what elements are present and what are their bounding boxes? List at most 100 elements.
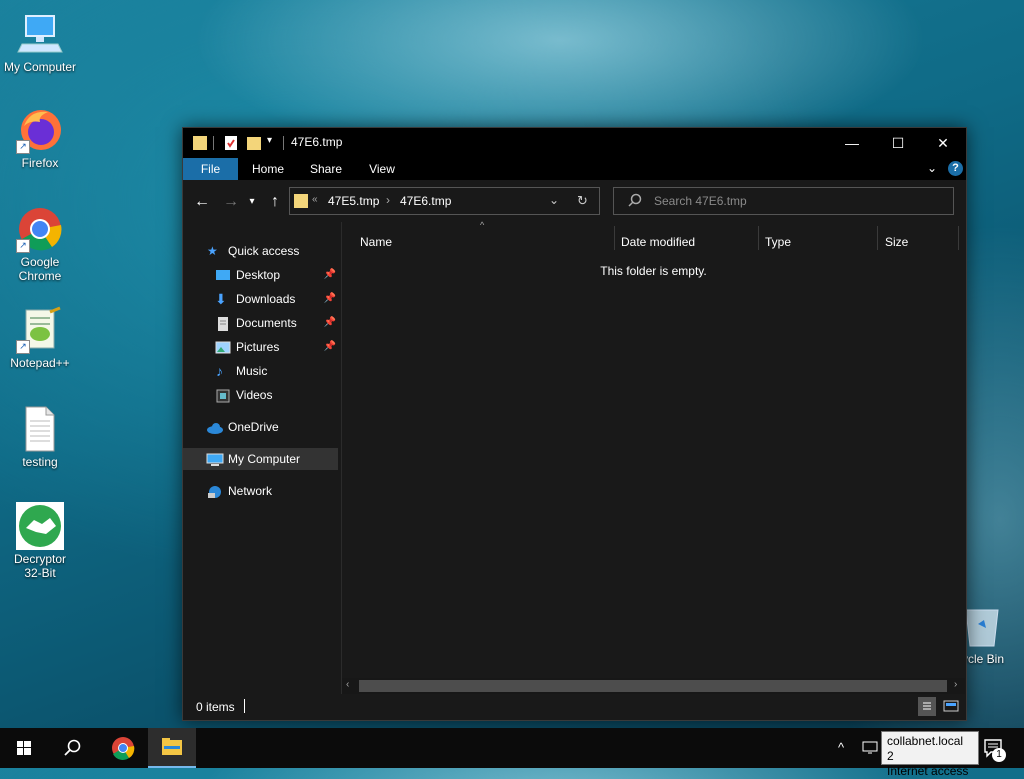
column-separator[interactable] [614,226,615,250]
sidebar-item-my-computer[interactable]: My Computer [183,448,338,470]
column-separator[interactable] [958,226,959,250]
desktop-icon-testing[interactable]: testing [0,405,80,469]
scrollbar-thumb[interactable] [359,680,947,692]
taskbar-file-explorer-button[interactable] [148,728,196,768]
new-folder-icon[interactable] [246,134,262,152]
start-button[interactable] [0,728,48,768]
help-icon[interactable]: ? [948,161,963,176]
tab-view[interactable]: View [359,158,405,180]
taskbar-chrome-button[interactable] [99,728,147,768]
windows-logo-icon [17,741,31,755]
column-separator[interactable] [877,226,878,250]
expand-ribbon-icon[interactable]: ⌄ [927,161,937,175]
column-header-size[interactable]: Size [885,232,908,252]
sidebar-item-music[interactable]: ♪ Music [183,360,338,382]
sidebar-item-label: Downloads [236,292,296,306]
empty-folder-message: This folder is empty. [600,264,707,278]
sidebar-item-label: Music [236,364,268,378]
properties-icon[interactable] [223,134,239,152]
desktop-icon-label: My Computer [3,60,77,74]
details-view-icon[interactable] [918,697,936,716]
show-hidden-icons-icon[interactable]: ^ [838,740,844,755]
tab-home[interactable]: Home [245,158,291,180]
firefox-icon: ↗ [16,106,64,154]
customize-dropdown-icon[interactable]: ▾ [267,135,272,153]
file-explorer-window: ▾ 47E6.tmp — ☐ ✕ File Home Share View ⌄ … [182,127,967,721]
shortcut-arrow-icon: ↗ [16,340,30,354]
sidebar-item-label: OneDrive [228,420,279,434]
sidebar-item-documents[interactable]: Documents 📌 [183,312,338,334]
desktop-icon-label: Firefox [21,156,59,170]
notepadpp-icon: ↗ [16,306,64,354]
ribbon-tabs: File Home Share View ⌄ ? [183,158,966,180]
maximize-button[interactable]: ☐ [875,128,921,158]
sidebar-item-onedrive[interactable]: OneDrive [183,416,338,438]
forward-arrow-icon[interactable]: → [221,192,241,212]
title-bar: ▾ 47E6.tmp — ☐ ✕ [183,128,966,158]
sidebar-item-pictures[interactable]: Pictures 📌 [183,336,338,358]
column-separator[interactable] [758,226,759,250]
breadcrumb-item[interactable]: 47E6.tmp [400,194,451,208]
status-bar: 0 items [183,694,966,720]
breadcrumb-item[interactable]: 47E5.tmp [328,194,379,208]
pin-icon[interactable]: 📌 [324,336,336,358]
back-arrow-icon[interactable]: ← [192,192,212,212]
computer-icon [16,10,64,58]
recent-locations-icon[interactable]: ▾ [246,192,258,212]
pin-icon[interactable]: 📌 [324,288,336,310]
desktop-icon-firefox[interactable]: ↗ Firefox [0,106,80,170]
download-arrow-icon: ⬇ [215,291,227,307]
tab-share[interactable]: Share [303,158,349,180]
sidebar-item-quick-access[interactable]: ★ Quick access [183,240,338,262]
sidebar-item-downloads[interactable]: ⬇ Downloads 📌 [183,288,338,310]
star-icon: ★ [207,244,218,258]
sidebar-item-videos[interactable]: Videos [183,384,338,406]
folder-icon [294,193,308,214]
search-input[interactable]: Search 47E6.tmp [613,187,954,215]
up-arrow-icon[interactable]: ↑ [265,192,285,212]
refresh-icon[interactable]: ↻ [577,193,588,209]
sidebar-item-label: My Computer [228,452,301,466]
desktop-icon-notepadpp[interactable]: ↗ Notepad++ [0,306,80,370]
address-row: ← → ▾ ↑ « 47E5.tmp › 47E6.tmp ⌄ ↻ Search… [183,180,966,222]
address-bar[interactable]: « 47E5.tmp › 47E6.tmp ⌄ ↻ [289,187,600,215]
desktop-icon-google-chrome[interactable]: ↗ Google Chrome [0,205,80,283]
horizontal-scrollbar[interactable]: ‹ › [342,678,965,694]
tab-file[interactable]: File [183,158,238,180]
search-button[interactable] [48,728,96,768]
sidebar-item-label: Pictures [236,340,280,354]
address-dropdown-icon[interactable]: ⌄ [549,193,559,207]
tooltip-line: Internet access [887,764,969,778]
desktop-icon-decryptor[interactable]: Decryptor 32-Bit [0,502,80,580]
desktop-icon-label: Notepad++ [10,356,70,370]
shortcut-arrow-icon: ↗ [16,140,30,154]
close-button[interactable]: ✕ [920,128,966,158]
scroll-right-icon[interactable]: › [954,679,957,690]
overflow-icon[interactable]: « [312,194,318,205]
large-icons-view-icon[interactable] [942,698,960,715]
pin-icon[interactable]: 📌 [324,312,336,334]
picture-icon [215,340,231,354]
search-placeholder: Search 47E6.tmp [654,194,747,208]
column-header-name[interactable]: Name [360,232,392,252]
minimize-button[interactable]: — [829,128,875,158]
handshake-icon [16,502,64,550]
sidebar-item-label: Documents [236,316,297,330]
network-status-icon[interactable] [862,740,880,761]
desktop-icon-my-computer[interactable]: My Computer [0,10,80,74]
pin-icon[interactable]: 📌 [324,264,336,286]
sidebar-item-label: Videos [236,388,273,402]
column-header-date-modified[interactable]: Date modified [621,232,695,252]
network-icon [206,484,222,498]
film-icon [215,388,231,403]
sidebar-item-desktop[interactable]: Desktop 📌 [183,264,338,286]
sidebar-item-network[interactable]: Network [183,480,338,502]
folder-icon [193,134,207,152]
scroll-left-icon[interactable]: ‹ [346,679,349,690]
sort-indicator-icon: ^ [480,220,485,230]
file-explorer-icon [162,738,182,755]
tooltip-line: collabnet.local 2 [887,734,964,763]
chrome-icon [112,737,135,760]
shortcut-arrow-icon: ↗ [16,239,30,253]
column-header-type[interactable]: Type [765,232,791,252]
